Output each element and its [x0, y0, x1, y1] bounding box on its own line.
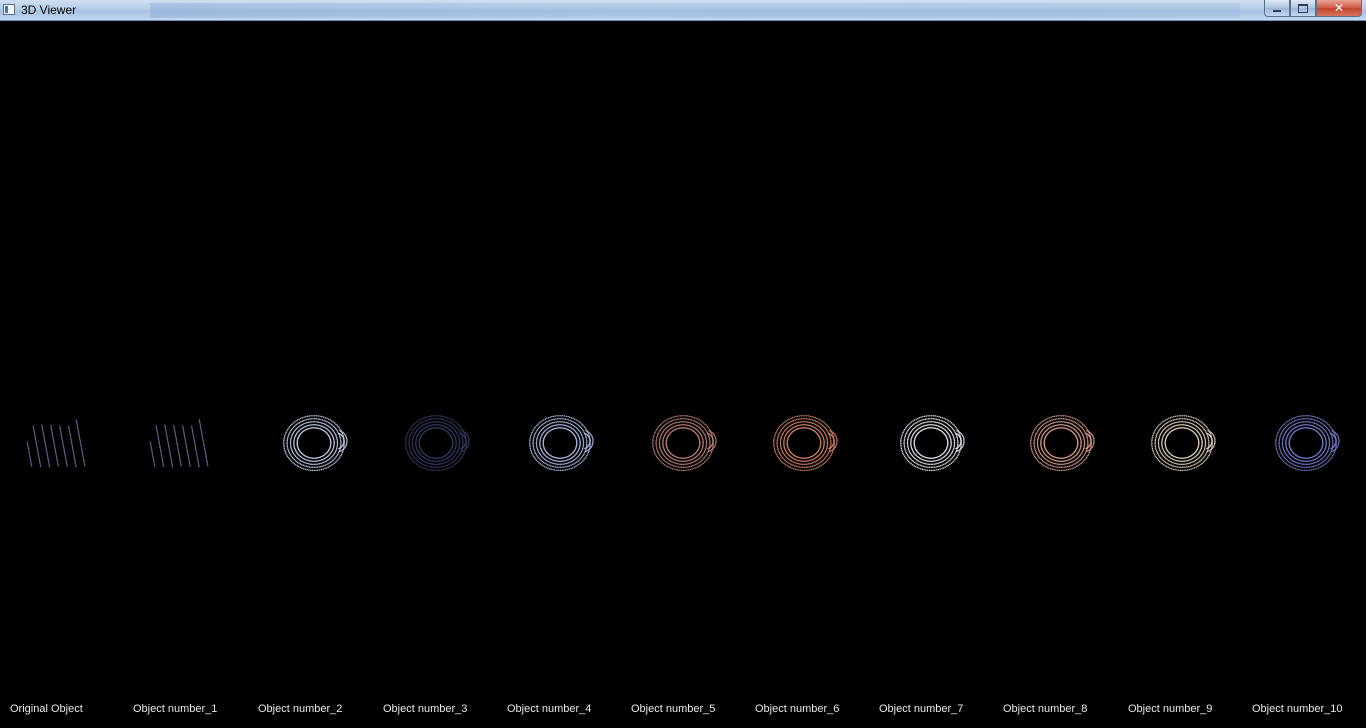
- point-cloud-object-3: [405, 414, 470, 472]
- title-bar[interactable]: 3D Viewer ✕: [0, 0, 1366, 21]
- object-label-3: Object number_3: [383, 703, 468, 715]
- point-cloud-object-6: [773, 414, 838, 472]
- object-label-5: Object number_5: [631, 703, 716, 715]
- point-cloud-object-2: [283, 414, 348, 472]
- minimize-icon: [1273, 10, 1281, 12]
- point-cloud-object-1: [149, 419, 209, 468]
- point-cloud-object-7: [900, 414, 965, 472]
- minimize-button[interactable]: [1264, 0, 1290, 17]
- title-bar-backdrop: [150, 3, 1240, 18]
- maximize-button[interactable]: [1290, 0, 1316, 17]
- object-label-4: Object number_4: [507, 703, 592, 715]
- point-cloud-object-10: [1275, 414, 1340, 472]
- object-label-8: Object number_8: [1003, 703, 1088, 715]
- point-cloud-object-5: [652, 414, 717, 472]
- object-label-1: Object number_1: [133, 703, 218, 715]
- point-cloud-object-4: [529, 414, 594, 472]
- point-cloud-object-8: [1030, 414, 1095, 472]
- close-button[interactable]: ✕: [1316, 0, 1362, 17]
- window-controls: ✕: [1264, 0, 1362, 18]
- app-icon[interactable]: [3, 4, 15, 15]
- point-cloud-object-9: [1151, 414, 1216, 472]
- object-label-7: Object number_7: [879, 703, 964, 715]
- maximize-icon: [1298, 3, 1308, 13]
- window-title: 3D Viewer: [21, 3, 77, 17]
- object-label-9: Object number_9: [1128, 703, 1213, 715]
- point-cloud-original: [26, 419, 86, 468]
- object-label-6: Object number_6: [755, 703, 840, 715]
- 3d-viewport[interactable]: Original Object Object number_1 Object num…: [0, 21, 1366, 728]
- object-label-original: Original Object: [10, 703, 83, 715]
- close-icon: ✕: [1333, 1, 1345, 15]
- object-label-2: Object number_2: [258, 703, 343, 715]
- object-label-10: Object number_10: [1252, 703, 1343, 715]
